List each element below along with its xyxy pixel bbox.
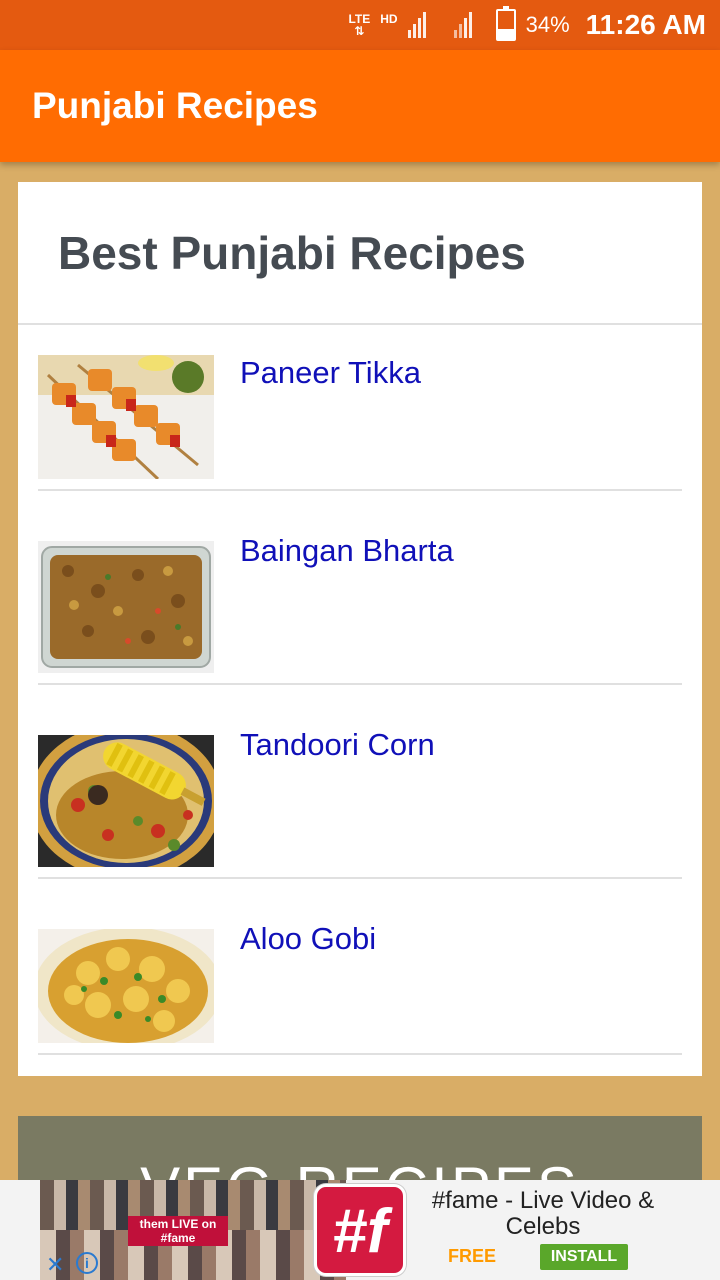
card-title: Best Punjabi Recipes (58, 226, 526, 279)
data-arrows-icon: ⇅ (354, 24, 365, 38)
aloo-gobi-image (38, 929, 214, 1043)
info-icon[interactable]: i (76, 1252, 98, 1274)
status-bar: LTE ⇅ HD 34% 11:26 AM (0, 0, 720, 50)
hd-label: HD (380, 12, 398, 26)
signal-2-icon (453, 12, 472, 38)
app-bar: Punjabi Recipes (0, 50, 720, 162)
item-label: Aloo Gobi (240, 921, 377, 956)
ad-title: #fame - Live Video & Celebs (431, 1187, 655, 1240)
item-label: Tandoori Corn (240, 727, 435, 762)
tandoori-corn-image (38, 735, 214, 867)
ad-promo-text: them LIVE on #fame (128, 1216, 228, 1246)
ad-price: FREE (448, 1246, 497, 1266)
item-label: Baingan Bharta (240, 533, 454, 568)
battery-icon (495, 6, 516, 41)
recipe-card: Best Punjabi Recipes Paneer Tikka Bainga… (18, 182, 702, 1076)
ad-app-logo: #f (314, 1184, 406, 1276)
network-indicator: LTE ⇅ (348, 13, 370, 37)
list-item-aloo-gobi[interactable]: Aloo Gobi (38, 879, 682, 1055)
item-label: Paneer Tikka (240, 355, 421, 390)
signal-icon (407, 12, 426, 38)
close-icon[interactable]: ✕ (46, 1252, 64, 1278)
clock: 11:26 AM (585, 9, 706, 40)
hd-indicator: HD (380, 13, 397, 37)
battery-percent: 34% (525, 12, 570, 37)
paneer-tikka-image (38, 355, 214, 479)
install-button[interactable]: INSTALL (540, 1244, 628, 1270)
list-item-tandoori-corn[interactable]: Tandoori Corn (38, 685, 682, 879)
list-item-baingan-bharta[interactable]: Baingan Bharta (38, 491, 682, 685)
list-item-paneer-tikka[interactable]: Paneer Tikka (38, 325, 682, 491)
recipe-list: Paneer Tikka Baingan Bharta Tandoori Cor… (18, 325, 702, 1055)
baingan-bharta-image (38, 541, 214, 673)
app-title: Punjabi Recipes (32, 85, 318, 126)
card-header: Best Punjabi Recipes (18, 182, 702, 325)
